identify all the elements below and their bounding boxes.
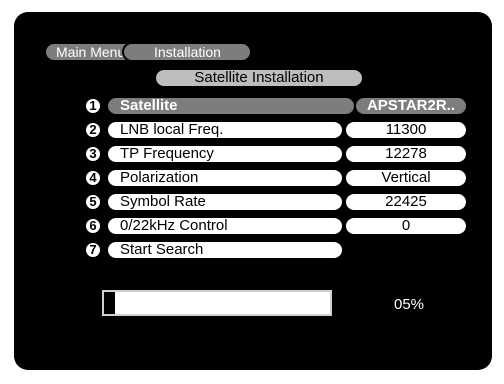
22khz-control-value[interactable]: 0	[344, 216, 468, 236]
row-number: 5	[84, 193, 102, 211]
page-title: Satellite Installation	[154, 68, 364, 88]
progress-fill	[104, 292, 116, 314]
menu-item-lnb-local-freq[interactable]: LNB local Freq.	[106, 120, 344, 140]
menu-item-symbol-rate[interactable]: Symbol Rate	[106, 192, 344, 212]
polarization-value[interactable]: Vertical	[344, 168, 468, 188]
row-number: 4	[84, 169, 102, 187]
row-number: 3	[84, 145, 102, 163]
menu-item-polarization[interactable]: Polarization	[106, 168, 344, 188]
progress-percent: 05%	[394, 296, 425, 313]
lnb-local-freq-value[interactable]: 11300	[344, 120, 468, 140]
tv-screen: Main Menu Installation Satellite Install…	[14, 12, 492, 370]
menu-item-22khz-control[interactable]: 0/22kHz Control	[106, 216, 344, 236]
tp-frequency-value[interactable]: 12278	[344, 144, 468, 164]
row-number: 7	[84, 241, 102, 259]
menu-item-tp-frequency[interactable]: TP Frequency	[106, 144, 344, 164]
search-progress-bar	[102, 290, 332, 316]
breadcrumb-installation[interactable]: Installation	[122, 42, 252, 62]
symbol-rate-value[interactable]: 22425	[344, 192, 468, 212]
menu-item-satellite[interactable]: Satellite	[106, 96, 356, 116]
satellite-value[interactable]: APSTAR2R..	[354, 96, 468, 116]
start-search-button[interactable]: Start Search	[106, 240, 344, 260]
row-number: 6	[84, 217, 102, 235]
row-number: 1	[84, 97, 102, 115]
row-number: 2	[84, 121, 102, 139]
